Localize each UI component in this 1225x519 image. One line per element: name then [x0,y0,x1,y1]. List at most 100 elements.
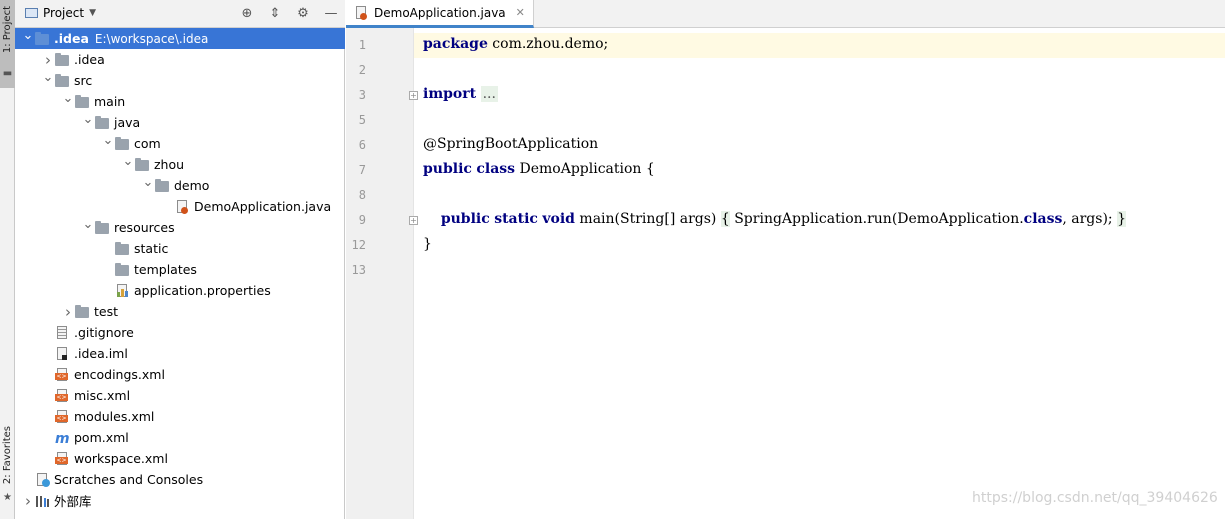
tree-item-label: .gitignore [74,325,134,340]
tree-item[interactable]: static [15,238,345,259]
tree-item-path: E:\workspace\.idea [94,31,209,46]
folder-icon [95,115,111,130]
chevron-down-icon: ▼ [89,8,96,18]
tree-item[interactable]: m pom.xml [15,427,345,448]
watermark: https://blog.csdn.net/qq_39404626 [972,490,1218,506]
properties-file-icon [115,283,131,298]
code-line[interactable]: import ... [423,86,498,102]
tree-item[interactable]: <> workspace.xml [15,448,345,469]
code-line[interactable]: @SpringBootApplication [423,136,598,152]
java-file-icon [356,5,368,20]
tree-item-label: 外部库 [54,494,92,509]
chevron-right-icon[interactable]: › [41,51,55,69]
minimize-icon[interactable]: — [323,6,339,22]
chevron-down-icon[interactable]: ⌄ [101,133,115,148]
tree-item[interactable]: templates [15,259,345,280]
code-line[interactable]: } [423,236,432,252]
module-folder-icon [35,31,51,46]
xml-file-icon: <> [55,451,71,466]
code-area[interactable] [414,28,1225,519]
folded-region[interactable]: ... [480,86,498,102]
tree-item[interactable]: <> encodings.xml [15,364,345,385]
line-number: 1 [358,38,366,52]
project-panel-title: Project [43,6,85,20]
folded-region[interactable]: { [720,211,730,227]
tree-item-label: main [94,94,126,109]
keyword-token: void [542,211,575,227]
tree-item-label: templates [134,262,197,277]
tree-item[interactable]: <> misc.xml [15,385,345,406]
folder-icon [115,262,131,277]
tree-item[interactable]: ⌄ .idea E:\workspace\.idea [15,28,345,49]
code-token: @SpringBootApplication [423,136,599,152]
code-line[interactable]: package com.zhou.demo; [423,36,608,52]
locate-icon[interactable]: ⊕ [239,6,255,22]
tree-item[interactable]: .idea.iml [15,343,345,364]
folder-icon [95,220,111,235]
line-number: 2 [358,63,366,77]
tree-item-label: pom.xml [74,430,129,445]
tree-item[interactable]: DemoApplication.java [15,196,345,217]
folder-icon [75,304,91,319]
folder-icon [75,94,91,109]
tree-item-label: static [134,241,169,256]
chevron-right-icon[interactable]: › [21,492,35,510]
tree-item[interactable]: ⌄ src [15,70,345,91]
tree-item[interactable]: application.properties [15,280,345,301]
editor-tab[interactable]: DemoApplication.java ✕ [346,0,534,28]
code-line[interactable]: public class DemoApplication { [423,161,655,177]
project-tool-tab-label: 1: Project [2,6,13,54]
favorites-tool-tab-label: 2: Favorites [2,426,13,485]
line-number: 8 [358,188,366,202]
line-number: 12 [351,238,366,252]
fold-expand-icon[interactable]: + [409,91,418,100]
gear-icon[interactable]: ⚙ [295,6,311,22]
editor-tab-label: DemoApplication.java [374,5,506,20]
tree-item[interactable]: ⌄ java [15,112,345,133]
chevron-down-icon[interactable]: ⌄ [41,70,55,85]
tree-item[interactable]: <> modules.xml [15,406,345,427]
project-view-selector[interactable]: Project ▼ [25,6,96,20]
chevron-down-icon[interactable]: ⌄ [141,175,155,190]
star-icon: ★ [3,492,12,503]
collapse-all-icon[interactable]: ⇕ [267,6,283,22]
project-view-icon [25,8,38,18]
code-token: com.zhou.demo; [487,36,609,52]
tree-item[interactable]: ⌄ main [15,91,345,112]
chevron-right-icon[interactable]: › [61,303,75,321]
tree-item[interactable]: Scratches and Consoles [15,469,345,490]
fold-expand-icon[interactable]: + [409,216,418,225]
project-tool-tab[interactable]: 1: Project ▬ [0,0,15,88]
code-line[interactable]: public static void main(String[] args) {… [423,211,1126,227]
tree-item[interactable]: › 外部库 [15,490,345,511]
keyword-token: class [476,161,516,177]
chevron-down-icon[interactable]: ⌄ [81,112,95,127]
line-number: 13 [351,263,366,277]
keyword-token: static [494,211,538,227]
keyword-token: import [423,86,477,102]
tree-item[interactable]: ⌄ com [15,133,345,154]
tree-item-label: .idea [74,52,105,67]
tree-item[interactable]: ⌄ zhou [15,154,345,175]
tree-item[interactable]: › test [15,301,345,322]
chevron-down-icon[interactable]: ⌄ [61,91,75,106]
chevron-down-icon[interactable]: ⌄ [121,154,135,169]
chevron-down-icon[interactable]: ⌄ [21,28,35,43]
chevron-down-icon[interactable]: ⌄ [81,217,95,232]
tree-item[interactable]: ⌄ demo [15,175,345,196]
project-panel: Project ▼ ⊕ ⇕ ⚙ — ⌄ .idea E:\workspace\.id… [15,0,345,519]
folder-icon [55,73,71,88]
folded-region[interactable]: } [1117,211,1126,227]
close-icon[interactable]: ✕ [516,6,525,19]
line-number: 7 [358,163,366,177]
line-number: 6 [358,138,366,152]
tree-item-label: application.properties [134,283,271,298]
favorites-tool-tab[interactable]: 2: Favorites ★ [0,420,15,510]
tree-item[interactable]: .gitignore [15,322,345,343]
tree-item-label: encodings.xml [74,367,165,382]
folder-icon [115,241,131,256]
tree-item[interactable]: ⌄ resources [15,217,345,238]
tree-item[interactable]: › .idea [15,49,345,70]
xml-file-icon: <> [55,388,71,403]
